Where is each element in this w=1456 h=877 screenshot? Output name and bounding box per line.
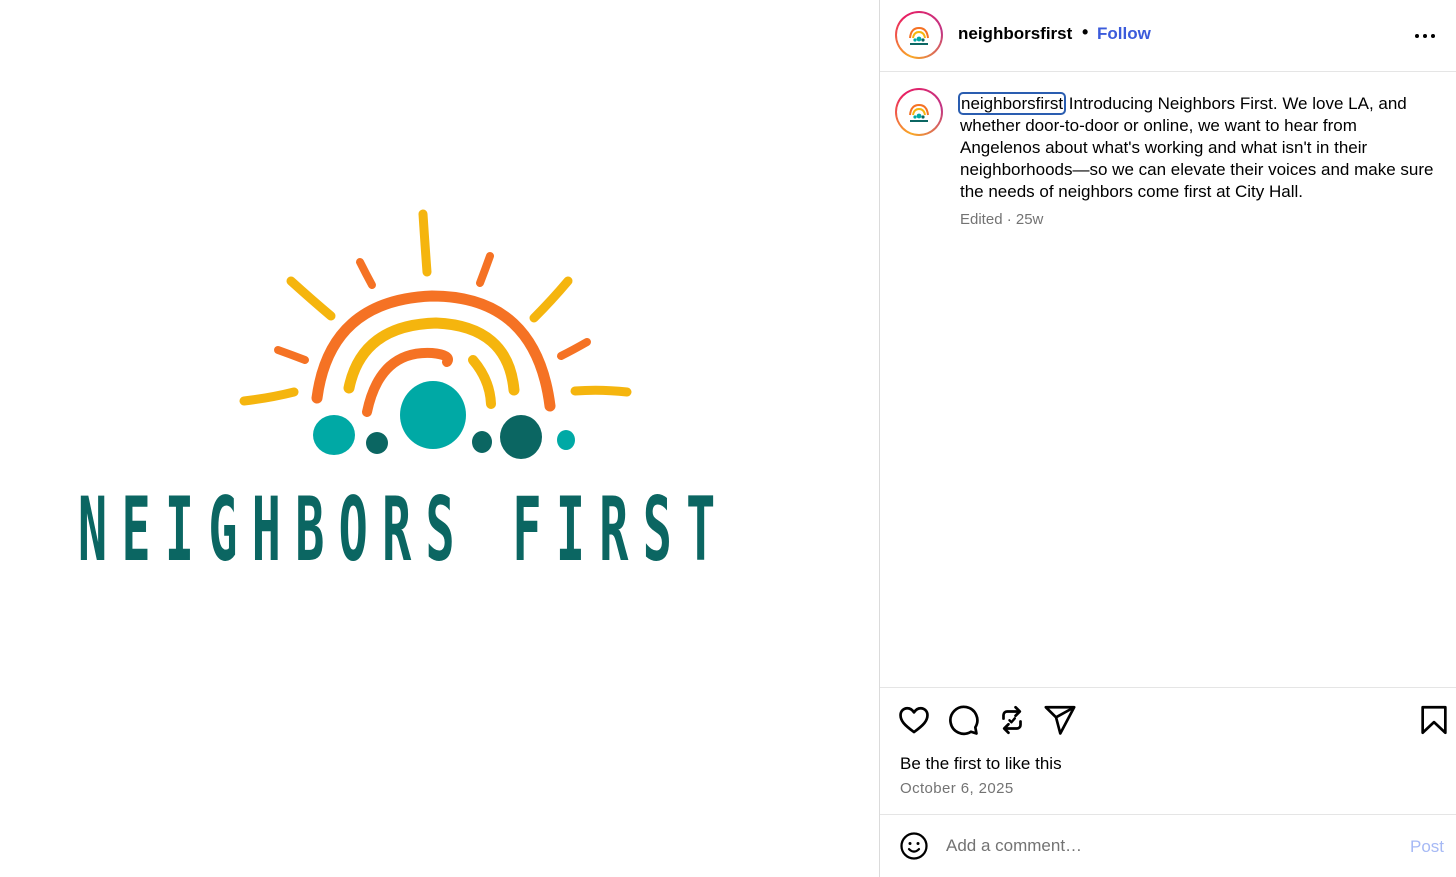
comment-input[interactable] [946, 831, 1386, 861]
action-bar [880, 700, 1456, 740]
post-comment-button[interactable]: Post [1410, 837, 1444, 857]
share-icon[interactable] [1043, 703, 1077, 737]
avatar[interactable] [895, 11, 943, 59]
comment-icon[interactable] [946, 703, 980, 737]
repost-icon[interactable] [995, 703, 1029, 737]
post-image[interactable]: NEIGHBORS FIRST [0, 0, 879, 877]
avatar-logo-icon [909, 103, 929, 122]
caption-text: neighborsfirst Introducing Neighbors Fir… [957, 92, 1440, 203]
more-horizontal-icon[interactable] [1410, 20, 1442, 50]
bookmark-icon[interactable] [1417, 703, 1451, 737]
caption-username-link[interactable]: neighborsfirst [957, 92, 1067, 115]
username[interactable]: neighborsfirst [958, 24, 1072, 44]
caption-avatar[interactable] [895, 88, 943, 136]
brand-wordmark: NEIGHBORS FIRST [78, 478, 730, 581]
likes-text[interactable]: Be the first to like this [900, 754, 1062, 774]
actions-divider [880, 687, 1456, 688]
follow-button[interactable]: Follow [1097, 24, 1151, 44]
comment-bar: Post [880, 815, 1456, 877]
post-header: neighborsfirst • Follow [880, 0, 1456, 72]
post-date[interactable]: October 6, 2025 [900, 780, 1014, 797]
neighbors-first-logo [239, 209, 632, 459]
avatar-logo-icon [909, 26, 929, 45]
post-detail-panel: neighborsfirst • Follow neighborsfirst I… [880, 0, 1456, 877]
separator-dot: • [1082, 22, 1089, 42]
heart-icon[interactable] [897, 703, 931, 737]
emoji-icon[interactable] [899, 831, 929, 861]
caption-meta: Edited · 25w [960, 211, 1044, 228]
